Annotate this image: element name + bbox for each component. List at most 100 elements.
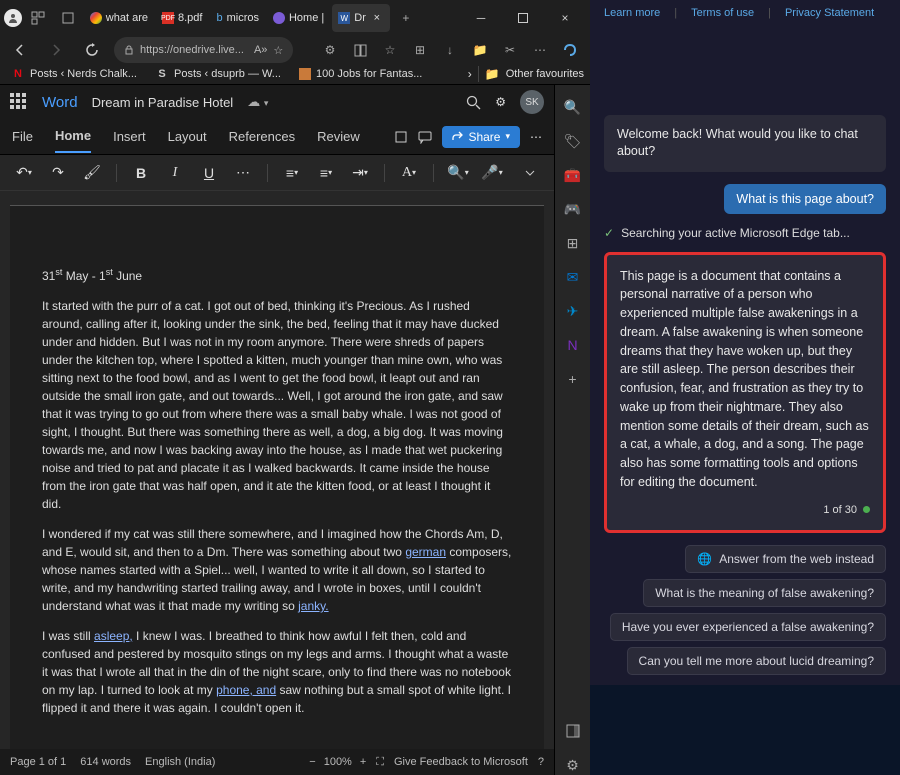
sidebar-search-icon[interactable]: 🔍 <box>563 97 583 117</box>
terms-link[interactable]: Terms of use <box>691 7 754 19</box>
dictate-button[interactable]: 🎤▾ <box>478 160 506 186</box>
answer-text: This page is a document that contains a … <box>620 267 870 492</box>
profile-icon[interactable] <box>4 9 22 27</box>
other-favorites[interactable]: Other favourites <box>506 68 584 80</box>
feedback-link[interactable]: Give Feedback to Microsoft <box>394 756 528 768</box>
bookmarks-bar: NPosts ‹ Nerds Chalk... SPosts ‹ dsuprb … <box>0 64 590 85</box>
sidebar-games-icon[interactable]: 🎮 <box>563 199 583 219</box>
suggestion-2[interactable]: Have you ever experienced a false awaken… <box>610 613 886 641</box>
refresh-button[interactable] <box>78 36 106 64</box>
bold-button[interactable]: B <box>127 160 155 186</box>
extensions-icon[interactable]: ⚙ <box>316 36 344 64</box>
document-page[interactable]: 31st May - 1st June It started with the … <box>10 205 544 749</box>
workspaces-icon[interactable] <box>24 4 52 32</box>
copilot-panel: Learn more | Terms of use | Privacy Stat… <box>590 0 900 685</box>
tab-references[interactable]: References <box>229 121 295 152</box>
bookmark-1[interactable]: SPosts ‹ dsuprb — W... <box>150 64 286 84</box>
sidebar-outlook-icon[interactable]: ✉ <box>563 267 583 287</box>
tab-1[interactable]: PDF8.pdf <box>156 4 208 32</box>
bullets-button[interactable]: ≡▾ <box>278 160 306 186</box>
answer-counter: 1 of 30 <box>620 502 870 519</box>
font-more-button[interactable]: ⋯ <box>229 160 257 186</box>
language[interactable]: English (India) <box>145 756 215 768</box>
privacy-link[interactable]: Privacy Statement <box>785 7 874 19</box>
more-icon[interactable]: ⋯ <box>526 36 554 64</box>
bookmark-0[interactable]: NPosts ‹ Nerds Chalk... <box>6 64 142 84</box>
zoom-in-icon[interactable]: + <box>360 756 366 768</box>
favorite-icon[interactable]: ☆ <box>273 44 283 57</box>
sidebar-add-icon[interactable]: + <box>563 369 583 389</box>
comments-icon[interactable] <box>418 130 432 144</box>
tab-4[interactable]: WDr× <box>332 4 390 32</box>
page-count[interactable]: Page 1 of 1 <box>10 756 66 768</box>
downloads-icon[interactable]: ↓ <box>436 36 464 64</box>
tab-review[interactable]: Review <box>317 121 360 152</box>
styles-button[interactable]: A▾ <box>395 160 423 186</box>
ribbon-expand-button[interactable] <box>516 160 544 186</box>
suggestions: 🌐Answer from the web instead What is the… <box>604 545 886 675</box>
find-button[interactable]: 🔍▾ <box>444 160 472 186</box>
sidebar-onenote-icon[interactable]: N <box>563 335 583 355</box>
tab-actions-icon[interactable] <box>54 4 82 32</box>
back-button[interactable] <box>6 36 34 64</box>
ribbon-more-icon[interactable]: ⋯ <box>530 130 542 144</box>
suggestion-1[interactable]: What is the meaning of false awakening? <box>643 579 886 607</box>
user-message: What is this page about? <box>724 184 886 214</box>
tab-file[interactable]: File <box>12 121 33 152</box>
tab-layout[interactable]: Layout <box>168 121 207 152</box>
minimize-button[interactable]: ─ <box>460 0 502 36</box>
word-brand[interactable]: Word <box>42 94 78 111</box>
sidebar-send-icon[interactable]: ✈ <box>563 301 583 321</box>
italic-button[interactable]: I <box>161 160 189 186</box>
reader-icon[interactable]: A» <box>254 44 267 56</box>
tab-insert[interactable]: Insert <box>113 121 146 152</box>
other-favorites-icon: 📁 <box>485 67 500 81</box>
document-canvas[interactable]: 31st May - 1st June It started with the … <box>0 191 554 749</box>
favorites-icon[interactable]: ☆ <box>376 36 404 64</box>
learn-more-link[interactable]: Learn more <box>604 7 660 19</box>
redo-button[interactable]: ↷ <box>44 160 72 186</box>
help-icon[interactable]: ? <box>538 756 544 768</box>
tab-home[interactable]: Home <box>55 120 91 153</box>
indent-button[interactable]: ⇥▾ <box>346 160 374 186</box>
undo-button[interactable]: ↶▾ <box>10 160 38 186</box>
suggestion-3[interactable]: Can you tell me more about lucid dreamin… <box>627 647 886 675</box>
wallet-icon[interactable]: 📁 <box>466 36 494 64</box>
numbering-button[interactable]: ≡▾ <box>312 160 340 186</box>
mode-icon[interactable] <box>394 130 408 144</box>
tab-2[interactable]: bmicros <box>210 4 265 32</box>
address-bar-row: https://onedrive.live... A» ☆ ⚙ ☆ ⊞ ↓ 📁 … <box>0 36 590 64</box>
tab-3[interactable]: Home | <box>267 4 330 32</box>
sidebar-ms-icon[interactable]: ⊞ <box>563 233 583 253</box>
fit-icon[interactable]: ⛶ <box>376 756 384 769</box>
share-button[interactable]: Share▾ <box>442 126 520 148</box>
bookmarks-overflow-icon[interactable]: › <box>468 67 472 81</box>
zoom-control[interactable]: − 100% + <box>309 756 366 768</box>
sidebar-tools-icon[interactable]: 🧰 <box>563 165 583 185</box>
format-painter-button[interactable]: 🖌 <box>78 160 106 186</box>
close-tab-icon[interactable]: × <box>370 11 384 25</box>
copilot-icon[interactable] <box>556 36 584 64</box>
new-tab-button[interactable]: + <box>392 4 420 32</box>
tab-0[interactable]: what are <box>84 4 154 32</box>
screenshot-icon[interactable]: ✂ <box>496 36 524 64</box>
sidebar-customize-icon[interactable] <box>563 721 583 741</box>
split-icon[interactable] <box>346 36 374 64</box>
address-bar[interactable]: https://onedrive.live... A» ☆ <box>114 37 293 63</box>
settings-icon[interactable]: ⚙ <box>495 95 506 109</box>
search-icon[interactable] <box>466 95 481 110</box>
zoom-out-icon[interactable]: − <box>309 756 315 768</box>
sidebar-shopping-icon[interactable]: 🏷 <box>563 131 583 151</box>
sidebar-settings-icon[interactable]: ⚙ <box>563 755 583 775</box>
app-launcher-icon[interactable] <box>10 93 28 111</box>
document-title[interactable]: Dream in Paradise Hotel <box>92 95 234 110</box>
collections-icon[interactable]: ⊞ <box>406 36 434 64</box>
avatar[interactable]: SK <box>520 90 544 114</box>
bookmark-2[interactable]: 100 Jobs for Fantas... <box>294 65 427 83</box>
suggestion-0[interactable]: 🌐Answer from the web instead <box>685 545 886 573</box>
underline-button[interactable]: U <box>195 160 223 186</box>
close-window-button[interactable]: × <box>544 0 586 36</box>
word-count[interactable]: 614 words <box>80 756 131 768</box>
maximize-button[interactable] <box>502 0 544 36</box>
word-app: Word Dream in Paradise Hotel ☁ ▾ ⚙ SK Fi… <box>0 85 590 775</box>
